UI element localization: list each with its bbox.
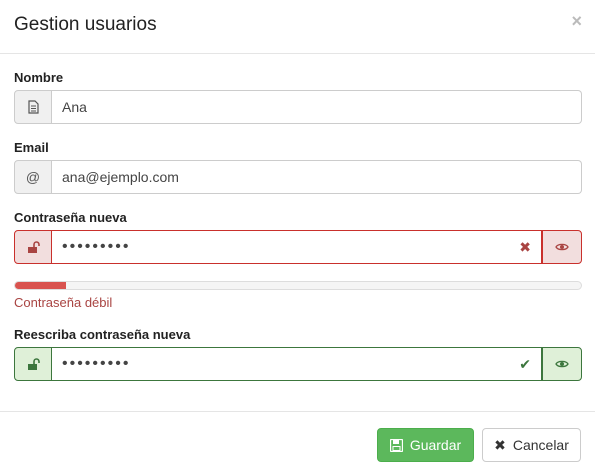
unlock-icon (14, 347, 52, 381)
success-feedback-icon: ✔ (519, 356, 531, 372)
cancel-button-label: Cancelar (512, 437, 569, 453)
save-button[interactable]: Guardar (377, 428, 474, 462)
nombre-input-group: Ana (14, 90, 582, 124)
password-strength-bar (15, 282, 66, 289)
password-strength-text: Contraseña débil (14, 295, 113, 310)
repeat-password-field[interactable]: ••••••••• ✔ (52, 347, 542, 381)
show-password-toggle[interactable] (542, 230, 582, 264)
modal-header: Gestion usuarios × (0, 0, 595, 54)
unlock-icon (14, 230, 52, 264)
times-icon: ✖ (494, 436, 506, 453)
password-strength-meter (14, 281, 582, 290)
floppy-disk-icon (389, 438, 403, 452)
modal-footer: Guardar ✖ Cancelar (0, 411, 595, 471)
new-password-value: ••••••••• (62, 238, 131, 255)
repeat-password-label: Reescriba contraseña nueva (14, 327, 191, 342)
eye-icon (555, 360, 569, 368)
at-icon: @ (14, 160, 52, 194)
show-repeat-password-toggle[interactable] (542, 347, 582, 381)
error-feedback-icon: ✖ (519, 239, 531, 255)
new-password-label: Contraseña nueva (14, 210, 127, 225)
nombre-field[interactable]: Ana (52, 90, 582, 124)
cancel-button[interactable]: ✖ Cancelar (482, 428, 581, 462)
email-field[interactable]: ana@ejemplo.com (52, 160, 582, 194)
new-password-input-group: ••••••••• ✖ (14, 230, 582, 264)
email-input-group: @ ana@ejemplo.com (14, 160, 582, 194)
document-icon (14, 90, 52, 124)
email-label: Email (14, 140, 49, 155)
eye-icon (555, 243, 569, 251)
repeat-password-input-group: ••••••••• ✔ (14, 347, 582, 381)
new-password-field[interactable]: ••••••••• ✖ (52, 230, 542, 264)
close-button[interactable]: × (571, 12, 582, 30)
modal-title: Gestion usuarios (14, 14, 157, 35)
nombre-label: Nombre (14, 70, 64, 85)
save-button-label: Guardar (409, 437, 462, 453)
repeat-password-value: ••••••••• (62, 355, 131, 372)
